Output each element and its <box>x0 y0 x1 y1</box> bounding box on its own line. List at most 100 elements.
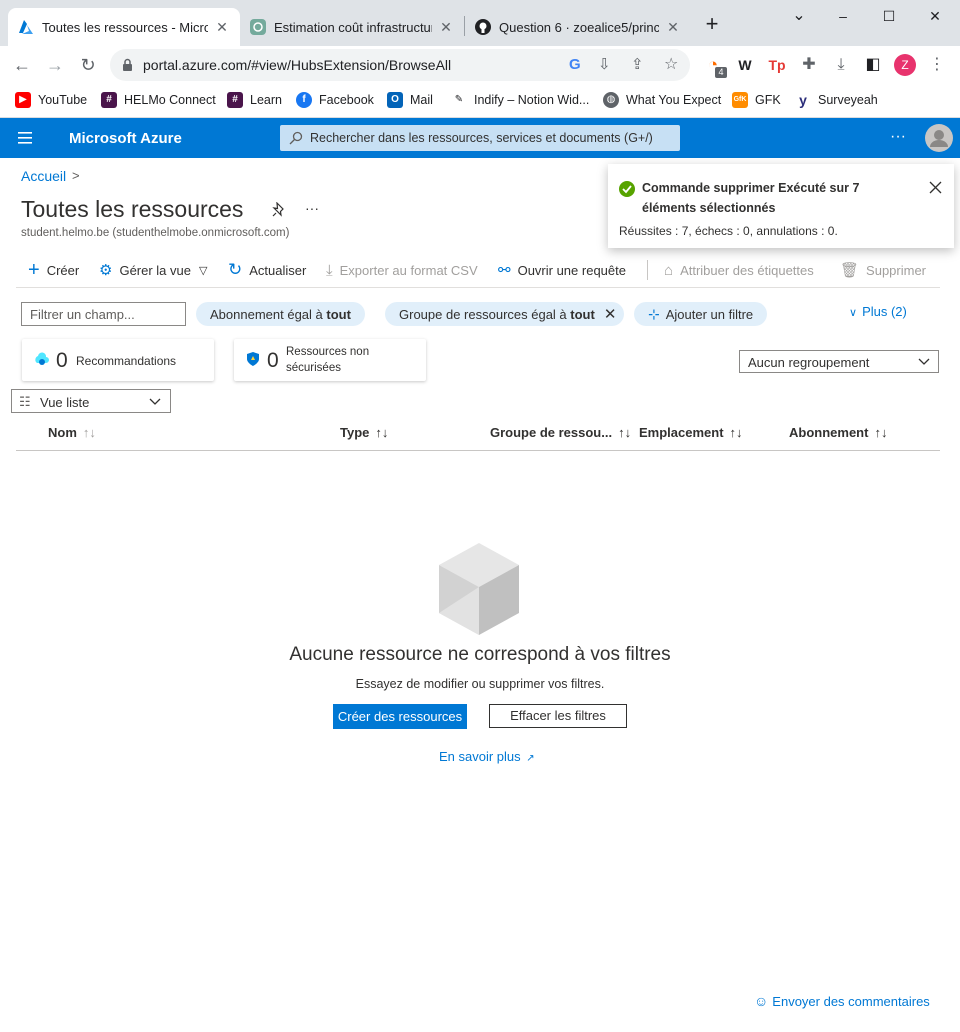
bookmark-surveyeah[interactable]: y Surveyeah <box>795 92 878 108</box>
filter-field-input[interactable]: Filtrer un champ... <box>21 302 186 326</box>
bookmark-helmo-connect[interactable]: # HELMo Connect <box>101 92 216 108</box>
bookmark-learn[interactable]: # Learn <box>227 92 282 108</box>
slack-icon: # <box>101 92 117 108</box>
more-filters-link[interactable]: ∨ Plus (2) <box>849 304 907 319</box>
bookmark-indify[interactable]: ✎ Indify – Notion Wid... <box>451 92 590 108</box>
close-icon[interactable] <box>929 181 942 194</box>
tab-search-dropdown[interactable]: ⌄ <box>776 4 822 28</box>
clear-filters-button[interactable]: Effacer les filtres <box>489 704 627 728</box>
bookmark-gfk[interactable]: GfK GFK <box>732 92 781 108</box>
unsecured-resources-card[interactable]: 0 Ressources non sécurisées <box>234 339 426 381</box>
bookmark-mail[interactable]: O Mail <box>387 92 433 108</box>
profile-avatar[interactable]: Z <box>894 54 916 76</box>
column-header-name[interactable]: Nom ↑↓ <box>48 425 96 440</box>
breadcrumb-home-link[interactable]: Accueil <box>21 168 66 184</box>
subscription-filter-pill[interactable]: Abonnement égal à tout <box>196 302 365 326</box>
url-text: portal.azure.com/#view/HubsExtension/Bro… <box>143 57 452 73</box>
minimize-button[interactable]: – <box>820 4 866 28</box>
back-button[interactable]: ← <box>10 53 34 77</box>
tab-estimation[interactable]: Estimation coût infrastructure ✕ <box>240 8 464 46</box>
reload-button[interactable]: ↻ <box>76 53 100 77</box>
learn-more-link[interactable]: En savoir plus ↗ <box>439 749 535 764</box>
page-more-icon[interactable]: ··· <box>305 200 319 216</box>
extension-tp-icon[interactable]: Tp <box>768 56 786 74</box>
download-icon: ⤓ <box>326 261 333 279</box>
close-tab-icon[interactable]: ✕ <box>665 19 681 36</box>
refresh-icon: ↻ <box>228 260 243 279</box>
resource-group-filter-pill[interactable]: Groupe de ressources égal à tout ✕ <box>385 302 625 326</box>
bookmark-youtube[interactable]: ▶ YouTube <box>15 92 87 108</box>
bookmark-label: GFK <box>755 93 781 107</box>
delete-button[interactable]: 🗑 Supprimer <box>840 260 926 280</box>
lock-icon <box>123 58 132 71</box>
install-app-icon[interactable]: ⇩ <box>598 55 611 73</box>
remove-filter-icon[interactable]: ✕ <box>604 305 617 323</box>
browser-tab-strip: Toutes les ressources - Micros ✕ Estimat… <box>0 0 960 46</box>
bookmark-label: Mail <box>410 93 433 107</box>
command-divider <box>647 260 648 280</box>
azure-brand[interactable]: Microsoft Azure <box>69 130 182 147</box>
view-dropdown[interactable]: ☷ Vue liste <box>11 389 171 413</box>
sort-icon: ↑↓ <box>375 425 389 440</box>
feedback-label: Envoyer des commentaires <box>772 994 930 1009</box>
google-lens-icon[interactable]: G <box>569 56 581 73</box>
downloads-icon[interactable]: ⤓ <box>832 56 850 74</box>
toast-title-line2: éléments sélectionnés <box>642 201 776 215</box>
close-tab-icon[interactable]: ✕ <box>438 19 454 36</box>
refresh-label: Actualiser <box>249 262 307 278</box>
column-header-resource-group[interactable]: Groupe de ressou... ↑↓ <box>490 425 631 440</box>
bookmark-label: Surveyeah <box>818 93 878 107</box>
tag-icon: ⌂ <box>664 261 674 279</box>
user-avatar-icon[interactable] <box>925 124 953 152</box>
recommendations-label: Recommandations <box>76 354 177 368</box>
create-button[interactable]: + Créer <box>28 259 79 281</box>
tab-github-question[interactable]: Question 6 · zoealice5/princip ✕ <box>465 8 691 46</box>
side-panel-icon[interactable]: ◧ <box>864 56 882 74</box>
export-csv-label: Exporter au format CSV <box>339 262 478 278</box>
extensions-puzzle-icon[interactable]: ✚ <box>800 56 818 74</box>
unsecured-count: 0 <box>267 349 279 372</box>
sort-icon: ↑↓ <box>618 425 632 440</box>
forward-button[interactable]: → <box>43 53 67 77</box>
hamburger-menu-icon[interactable] <box>18 132 32 144</box>
share-icon[interactable]: ⇪ <box>631 55 644 73</box>
send-feedback-link[interactable]: ☺ Envoyer des commentaires <box>754 993 930 1009</box>
column-header-type[interactable]: Type ↑↓ <box>340 425 388 440</box>
grouping-dropdown[interactable]: Aucun regroupement <box>739 350 939 373</box>
more-options-icon[interactable]: ··· <box>890 128 906 146</box>
bookmark-label: YouTube <box>38 93 88 107</box>
azure-search-input[interactable]: Rechercher dans les ressources, services… <box>280 125 680 151</box>
recommendations-card[interactable]: 0 Recommandations <box>22 339 214 381</box>
column-header-location[interactable]: Emplacement ↑↓ <box>639 425 743 440</box>
close-tab-icon[interactable]: ✕ <box>214 19 230 36</box>
column-header-subscription[interactable]: Abonnement ↑↓ <box>789 425 887 440</box>
chrome-menu-icon[interactable]: ⋮ <box>928 56 946 74</box>
column-label: Nom <box>48 425 77 440</box>
bookmark-star-icon[interactable]: ☆ <box>664 54 678 74</box>
list-view-icon: ☷ <box>19 394 31 409</box>
add-filter-button[interactable]: ⊹ Ajouter un filtre <box>634 302 768 326</box>
refresh-button[interactable]: ↻ Actualiser <box>228 260 306 280</box>
assign-tags-button[interactable]: ⌂ Attribuer des étiquettes <box>664 260 814 280</box>
manage-view-button[interactable]: ⚙ Gérer la vue ▽ <box>99 260 207 280</box>
create-resources-button[interactable]: Créer des ressources <box>333 704 467 729</box>
search-icon <box>289 131 303 145</box>
empty-cube-icon <box>439 543 519 635</box>
directory-subtitle: student.helmo.be (studenthelmobe.onmicro… <box>21 227 290 239</box>
export-csv-button[interactable]: ⤓ Exporter au format CSV <box>326 260 478 280</box>
address-bar[interactable]: portal.azure.com/#view/HubsExtension/Bro… <box>110 49 690 81</box>
table-header-divider <box>16 450 940 451</box>
chevron-down-icon <box>918 358 930 365</box>
extension-w-icon[interactable]: W <box>736 56 754 74</box>
bookmark-what-you-expect[interactable]: ◍ What You Expect <box>603 92 721 108</box>
tab-azure-resources[interactable]: Toutes les ressources - Micros ✕ <box>8 8 240 46</box>
close-window-button[interactable]: ✕ <box>912 4 958 28</box>
search-placeholder: Rechercher dans les ressources, services… <box>310 131 653 145</box>
bookmark-facebook[interactable]: f Facebook <box>296 92 374 108</box>
feather-icon: ✎ <box>454 94 464 105</box>
pin-icon[interactable] <box>272 202 286 218</box>
chevron-down-icon: ∨ <box>849 307 858 319</box>
maximize-button[interactable]: ☐ <box>866 4 912 28</box>
open-query-button[interactable]: ⚯ Ouvrir une requête <box>498 260 626 280</box>
new-tab-button[interactable]: + <box>702 13 722 37</box>
